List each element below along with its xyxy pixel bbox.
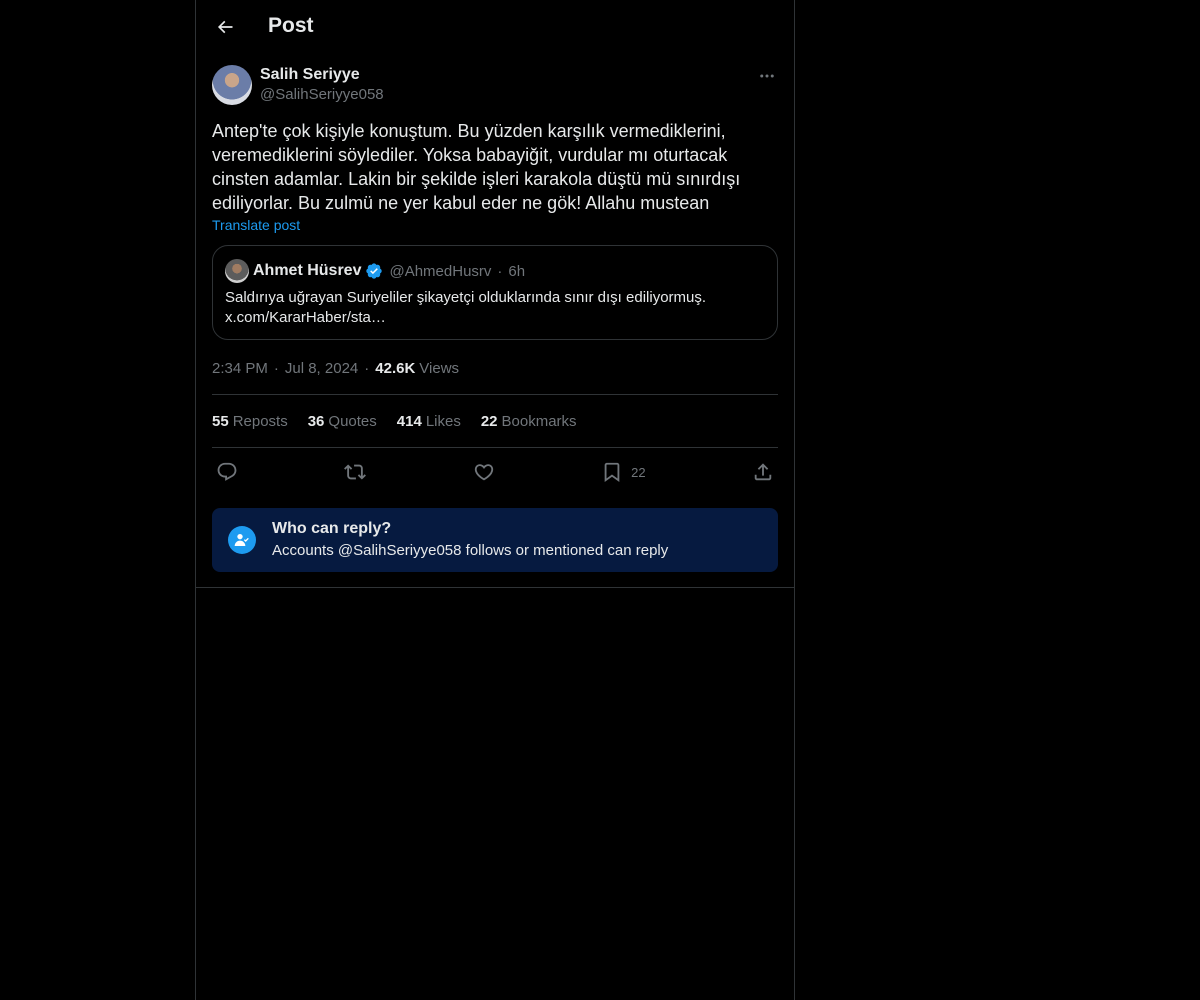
verified-badge-icon <box>365 262 383 280</box>
stat-number: 414 <box>396 412 422 430</box>
stat-bookmarks[interactable]: 22 Bookmarks <box>481 413 577 430</box>
reply-icon <box>217 462 237 481</box>
quoted-author-name: Ahmet Hüsrev <box>253 262 362 279</box>
separator-dot: · <box>497 262 503 280</box>
separator-dot: · <box>273 359 279 377</box>
bookmark-button[interactable]: 22 <box>601 461 646 483</box>
user-check-icon <box>228 526 256 554</box>
post: Salih Seriyye @SalihSeriyye058 Antep'te … <box>196 65 794 572</box>
translate-post-link[interactable]: Translate post <box>212 217 300 233</box>
quoted-author-handle: @AhmedHusrv <box>389 262 492 280</box>
author-row: Salih Seriyye @SalihSeriyye058 <box>212 65 778 105</box>
stat-label: Reposts <box>232 412 288 430</box>
share-button[interactable] <box>752 461 774 483</box>
more-options-button[interactable] <box>756 65 778 87</box>
stat-number: 55 <box>212 412 229 430</box>
bookmark-count: 22 <box>631 464 646 480</box>
like-button[interactable] <box>473 461 495 483</box>
stat-label: Quotes <box>328 412 377 430</box>
post-header: Post <box>196 0 794 53</box>
stat-label: Bookmarks <box>501 412 577 430</box>
avatar[interactable] <box>212 65 252 105</box>
views-label: Views <box>419 359 460 377</box>
share-icon <box>754 463 772 481</box>
author-handle[interactable]: @SalihSeriyye058 <box>260 85 384 105</box>
reply-restriction-texts: Who can reply? Accounts @SalihSeriyye058… <box>272 519 668 561</box>
author-name[interactable]: Salih Seriyye <box>260 65 384 85</box>
bookmark-icon <box>604 462 620 483</box>
stat-likes[interactable]: 414 Likes <box>397 413 461 430</box>
repost-icon <box>344 464 367 480</box>
post-meta: 2:34 PM · Jul 8, 2024 · 42.6K Views <box>212 358 778 378</box>
post-date[interactable]: Jul 8, 2024 <box>285 360 358 377</box>
reply-button[interactable] <box>216 461 238 483</box>
post-time[interactable]: 2:34 PM <box>212 360 268 377</box>
divider <box>196 587 794 588</box>
post-text: Antep'te çok kişiyle konuştum. Bu yüzden… <box>212 121 741 213</box>
quoted-avatar <box>225 259 249 283</box>
author-info: Salih Seriyye @SalihSeriyye058 <box>260 65 384 105</box>
reply-restriction-subtitle: Accounts @SalihSeriyye058 follows or men… <box>272 542 669 559</box>
separator-dot: · <box>364 359 370 377</box>
arrow-left-icon <box>217 20 233 34</box>
reply-restriction-title: Who can reply? <box>272 520 392 537</box>
stat-quotes[interactable]: 36 Quotes <box>308 413 377 430</box>
main-column: Post Salih Seriyye @SalihSeriyye058 Ante… <box>195 0 795 1000</box>
more-horizontal-icon <box>760 74 774 78</box>
quoted-post[interactable]: Ahmet Hüsrev @AhmedHusrv · 6h Saldırıya … <box>212 245 778 340</box>
back-button[interactable] <box>208 10 242 44</box>
views-count: 42.6K <box>375 359 416 377</box>
quoted-post-time: 6h <box>508 262 526 280</box>
post-actions: 22 <box>212 448 778 496</box>
stat-number: 22 <box>480 412 498 430</box>
post-stats: 55 Reposts 36 Quotes 414 Likes 22 Bookmarks <box>212 394 778 448</box>
heart-icon <box>474 464 493 481</box>
stat-label: Likes <box>425 412 461 430</box>
repost-button[interactable] <box>344 461 367 483</box>
page-title: Post <box>268 14 314 37</box>
stat-number: 36 <box>307 412 325 430</box>
reply-restriction-notice: Who can reply? Accounts @SalihSeriyye058… <box>212 508 778 572</box>
quoted-post-text: Saldırıya uğrayan Suriyeliler şikayetçi … <box>225 289 707 326</box>
stat-reposts[interactable]: 55 Reposts <box>212 413 288 430</box>
quoted-post-header: Ahmet Hüsrev @AhmedHusrv · 6h <box>225 258 765 284</box>
